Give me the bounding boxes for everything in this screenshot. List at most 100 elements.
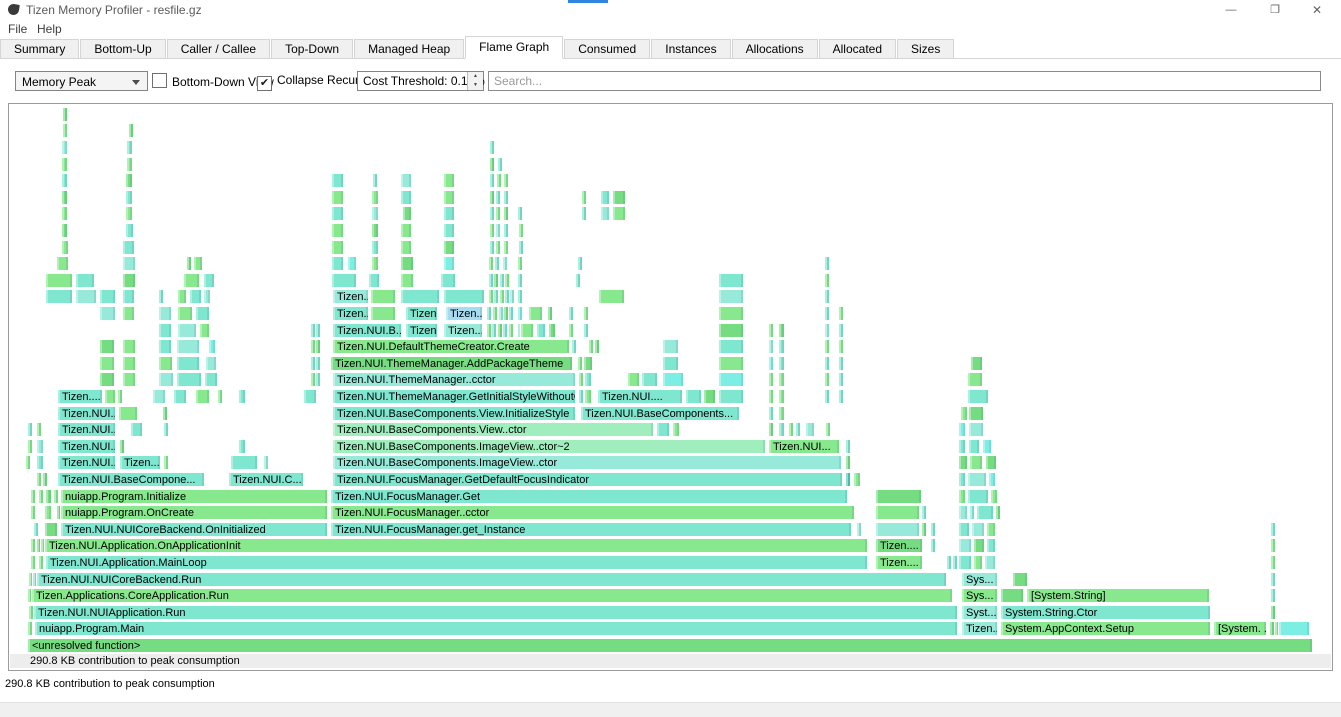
flame-bar[interactable]: [718, 389, 744, 404]
flame-bar[interactable]: [122, 273, 136, 288]
menu-file[interactable]: File: [8, 22, 27, 36]
tab-top-down[interactable]: Top-Down: [271, 39, 353, 58]
flame-bar[interactable]: [958, 489, 966, 504]
flame-bar[interactable]: [331, 256, 344, 271]
flame-bar[interactable]: [56, 256, 69, 271]
flame-bar[interactable]: [672, 422, 680, 437]
flame-bar[interactable]: [331, 206, 344, 221]
flame-bar[interactable]: [27, 422, 33, 437]
flame-bar[interactable]: [125, 206, 133, 221]
tab-flame-graph[interactable]: Flame Graph: [465, 36, 563, 59]
flame-bar[interactable]: [496, 173, 502, 188]
flame-bar[interactable]: [968, 406, 984, 421]
flame-bar[interactable]: Syst...: [961, 605, 998, 620]
flame-bar[interactable]: [99, 372, 115, 387]
flame-bar[interactable]: [594, 339, 600, 354]
flame-bar[interactable]: Tizen.NUI.NUICoreBackend.OnInitialized: [60, 522, 328, 537]
flame-bar[interactable]: [130, 422, 143, 437]
flame-bar[interactable]: [204, 372, 218, 387]
flame-bar[interactable]: [36, 422, 42, 437]
flame-bar[interactable]: [400, 190, 412, 205]
flame-bar[interactable]: [205, 356, 217, 371]
flame-bar[interactable]: [45, 289, 73, 304]
flame-bar[interactable]: Tizen.NUI.NUICoreBackend.Run: [36, 572, 947, 587]
flame-bar[interactable]: Tizen.NUI.FocusManager.GetDefaultFocusIn…: [332, 472, 843, 487]
flame-bar[interactable]: [958, 455, 968, 470]
flame-bar[interactable]: [45, 489, 52, 504]
flame-bar[interactable]: [517, 206, 523, 221]
flame-bar[interactable]: [199, 323, 210, 338]
flame-bar[interactable]: Tizen....: [405, 323, 438, 338]
flame-bar[interactable]: [370, 289, 396, 304]
flame-bar[interactable]: [331, 190, 344, 205]
flame-bar[interactable]: [61, 240, 69, 255]
tab-consumed[interactable]: Consumed: [564, 39, 650, 58]
flame-bar[interactable]: [584, 389, 592, 404]
checkmark-icon[interactable]: ✔: [257, 76, 272, 91]
flame-bar[interactable]: Tizen.NUI.BaseComponents.View..ctor: [332, 422, 654, 437]
flame-graph[interactable]: <unresolved function>nuiapp.Program.Main…: [9, 104, 1332, 670]
flame-bar[interactable]: Tizen...: [332, 289, 369, 304]
flame-bar[interactable]: Tizen.NUI.ThemeManager..cctor: [332, 372, 576, 387]
flame-bar[interactable]: [969, 455, 983, 470]
flame-bar[interactable]: Tizen.NUI...: [57, 422, 116, 437]
flame-bar[interactable]: [509, 289, 515, 304]
flame-bar[interactable]: [973, 555, 983, 570]
flame-bar[interactable]: [203, 289, 211, 304]
tab-summary[interactable]: Summary: [0, 39, 79, 58]
flame-bar[interactable]: [508, 323, 514, 338]
flame-bar[interactable]: [400, 273, 414, 288]
tab-instances[interactable]: Instances: [651, 39, 730, 58]
flame-bar[interactable]: nuiapp.Program.OnCreate: [60, 505, 328, 520]
flame-bar[interactable]: [875, 489, 922, 504]
flame-bar[interactable]: [502, 256, 508, 271]
flame-bar[interactable]: [778, 356, 785, 371]
flame-bar[interactable]: [988, 472, 996, 487]
flame-bar[interactable]: [508, 306, 514, 321]
flame-bar[interactable]: [38, 555, 44, 570]
flame-bar[interactable]: [119, 439, 125, 454]
flame-bar[interactable]: [958, 538, 972, 553]
flame-bar[interactable]: [1270, 572, 1276, 587]
flame-bar[interactable]: [571, 339, 577, 354]
flame-bar[interactable]: [62, 123, 68, 138]
flame-bar[interactable]: [1270, 522, 1276, 537]
flame-bar[interactable]: Tizen.NUI.ThemeManager.AddPackageTheme: [330, 356, 573, 371]
flame-bar[interactable]: [99, 356, 115, 371]
flame-bar[interactable]: [856, 522, 862, 537]
flame-bar[interactable]: [495, 240, 501, 255]
flame-bar[interactable]: [921, 505, 927, 520]
flame-bar[interactable]: [402, 206, 412, 221]
flame-bar[interactable]: [495, 223, 501, 238]
flame-bar[interactable]: [30, 555, 36, 570]
flame-bar[interactable]: Tizen.Applications.CoreApplication.Run: [31, 588, 953, 603]
flame-bar[interactable]: [768, 339, 774, 354]
flame-bar[interactable]: [795, 422, 801, 437]
flame-bar[interactable]: [75, 273, 95, 288]
flame-bar[interactable]: [443, 240, 455, 255]
flame-bar[interactable]: [778, 422, 785, 437]
flame-bar[interactable]: [958, 522, 970, 537]
flame-bar[interactable]: [128, 123, 134, 138]
flame-bar[interactable]: [778, 339, 785, 354]
flame-bar[interactable]: [44, 522, 58, 537]
flame-bar[interactable]: [612, 190, 626, 205]
flame-bar[interactable]: [489, 173, 495, 188]
flame-bar[interactable]: [System. ...: [1213, 621, 1267, 636]
flame-bar[interactable]: [718, 323, 744, 338]
flame-bar[interactable]: [581, 206, 587, 221]
flame-bar[interactable]: Tizen.NUI.B...: [332, 323, 402, 338]
flame-bar[interactable]: [824, 256, 830, 271]
flame-bar[interactable]: [971, 522, 985, 537]
flame-bar[interactable]: [61, 206, 68, 221]
flame-bar[interactable]: [347, 256, 357, 271]
flame-bar[interactable]: Tizen.NUI.Application.OnApplicationInit: [44, 538, 868, 553]
flame-bar[interactable]: [503, 206, 509, 221]
flame-bar[interactable]: [718, 273, 744, 288]
maximize-button[interactable]: ❐: [1253, 0, 1297, 20]
flame-bar[interactable]: [443, 256, 455, 271]
flame-bar[interactable]: [825, 422, 831, 437]
flame-bar[interactable]: [203, 273, 215, 288]
flame-bar[interactable]: [177, 289, 187, 304]
flame-bar[interactable]: [443, 173, 455, 188]
